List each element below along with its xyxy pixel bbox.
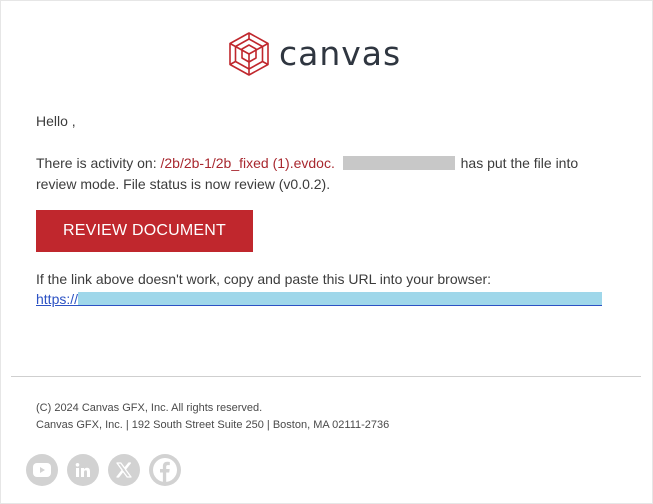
brand-name: canvas bbox=[279, 34, 402, 73]
footer-divider bbox=[11, 376, 641, 377]
greeting-text: Hello , bbox=[36, 113, 76, 129]
file-path-link[interactable]: /2b/2b-1/2b_fixed (1).evdoc. bbox=[161, 155, 335, 171]
facebook-icon[interactable] bbox=[149, 454, 181, 486]
redacted-user-name bbox=[342, 156, 455, 170]
fallback-url-link[interactable]: https:// bbox=[36, 289, 603, 309]
company-address: Canvas GFX, Inc. | 192 South Street Suit… bbox=[36, 419, 390, 431]
activity-prefix: There is activity on: bbox=[36, 155, 157, 171]
social-links bbox=[26, 454, 181, 486]
youtube-icon[interactable] bbox=[26, 454, 58, 486]
review-document-button[interactable]: REVIEW DOCUMENT bbox=[36, 210, 253, 252]
url-prefix[interactable]: https:// bbox=[36, 291, 78, 307]
x-icon[interactable] bbox=[108, 454, 140, 486]
linkedin-icon[interactable] bbox=[67, 454, 99, 486]
redacted-url[interactable] bbox=[78, 292, 603, 306]
cube-hexagon-icon bbox=[229, 32, 269, 76]
activity-message: There is activity on: /2b/2b-1/2b_fixed … bbox=[36, 153, 606, 195]
copyright-text: (C) 2024 Canvas GFX, Inc. All rights res… bbox=[36, 402, 263, 414]
url-instructions: If the link above doesn't work, copy and… bbox=[36, 271, 492, 287]
canvas-logo[interactable]: canvas bbox=[227, 31, 401, 77]
